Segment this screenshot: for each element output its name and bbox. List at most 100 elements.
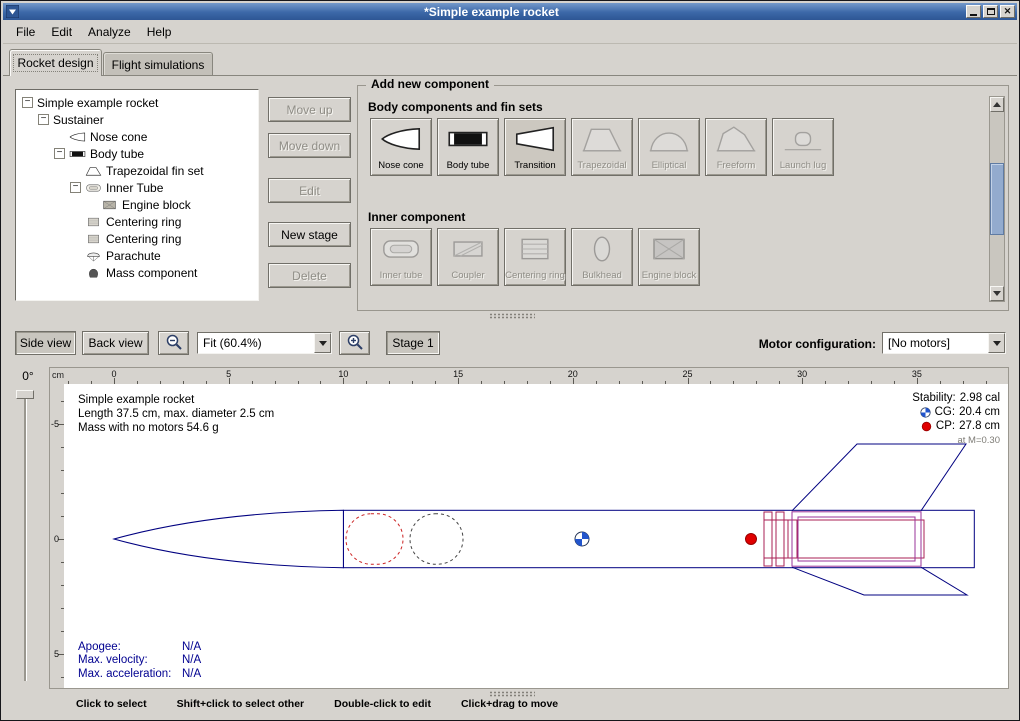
palette-scrollbar[interactable] bbox=[989, 96, 1005, 302]
chevron-down-icon[interactable] bbox=[988, 333, 1005, 353]
add-trapezoidal-button[interactable]: Trapezoidal bbox=[571, 118, 633, 176]
motor-configuration-combobox[interactable]: [No motors] bbox=[882, 332, 1006, 354]
ruler-label: 30 bbox=[797, 369, 807, 379]
palette-button-label: Launch lug bbox=[780, 160, 826, 171]
scroll-down-icon[interactable] bbox=[990, 286, 1004, 301]
collapse-icon[interactable] bbox=[22, 97, 33, 108]
menu-file[interactable]: File bbox=[8, 22, 43, 42]
design-view-frame: cm 05101520253035 -505 bbox=[49, 367, 1009, 689]
tab-flight-simulations[interactable]: Flight simulations bbox=[103, 52, 213, 76]
apogee-label: Apogee: bbox=[78, 641, 182, 655]
rocket-mass: Mass with no motors 54.6 g bbox=[78, 421, 274, 435]
ruler-label: 5 bbox=[54, 649, 59, 659]
tree-item-label: Nose cone bbox=[90, 130, 147, 144]
cp-marker bbox=[746, 534, 757, 545]
move-down-button[interactable]: Move down bbox=[268, 133, 351, 158]
rocket-dimensions: Length 37.5 cm, max. diameter 2.5 cm bbox=[78, 407, 274, 421]
side-view-button[interactable]: Side view bbox=[15, 331, 76, 355]
ruler-label: 20 bbox=[568, 369, 578, 379]
splitter-handle-top[interactable] bbox=[489, 313, 535, 319]
rocket-name: Simple example rocket bbox=[78, 393, 274, 407]
palette-row: Nose cone Body tube TransitionTrapezoidalE… bbox=[370, 118, 834, 176]
motor-configuration-label: Motor configuration: bbox=[759, 337, 876, 351]
minimize-button[interactable] bbox=[966, 5, 981, 18]
palette-button-label: Inner tube bbox=[380, 270, 423, 281]
add-centering-ring-button[interactable]: Centering ring bbox=[504, 228, 566, 286]
rocket-canvas[interactable]: Simple example rocket Length 37.5 cm, ma… bbox=[64, 384, 1008, 688]
centering-ring-icon bbox=[85, 216, 102, 228]
add-bulkhead-button[interactable]: Bulkhead bbox=[571, 228, 633, 286]
palette-button-label: Body tube bbox=[447, 160, 490, 171]
menu-analyze[interactable]: Analyze bbox=[80, 22, 139, 42]
rotation-slider-thumb[interactable] bbox=[16, 390, 34, 399]
rotation-angle-label: 0° bbox=[13, 369, 43, 383]
tab-rocket-design[interactable]: Rocket design bbox=[9, 49, 102, 76]
max-acceleration-value: N/A bbox=[182, 668, 201, 682]
cp-label: CP: bbox=[936, 420, 955, 432]
component-tree[interactable]: Simple example rocketSustainer Nose coneB… bbox=[15, 89, 259, 301]
fin-lower-outline bbox=[792, 567, 967, 595]
tree-item-sustainer[interactable]: Sustainer bbox=[18, 111, 256, 128]
nose-cone-icon bbox=[378, 124, 424, 154]
motor-configuration-value: [No motors] bbox=[883, 333, 988, 353]
menu-edit[interactable]: Edit bbox=[43, 22, 80, 42]
tree-item-simple-example-rocket[interactable]: Simple example rocket bbox=[18, 94, 256, 111]
tree-item-centering-ring[interactable]: Centering ring bbox=[18, 230, 256, 247]
tree-item-label: Engine block bbox=[122, 198, 191, 212]
cg-value: 20.4 cm bbox=[959, 406, 1000, 418]
zoom-in-button[interactable] bbox=[339, 331, 370, 355]
title-bar[interactable]: *Simple example rocket bbox=[3, 3, 1017, 20]
edit-button[interactable]: Edit bbox=[268, 178, 351, 203]
add-inner-tube-button[interactable]: Inner tube bbox=[370, 228, 432, 286]
chevron-down-icon[interactable] bbox=[314, 333, 331, 353]
add-coupler-button[interactable]: Coupler bbox=[437, 228, 499, 286]
tree-item-parachute[interactable]: Parachute bbox=[18, 247, 256, 264]
zoom-out-button[interactable] bbox=[158, 331, 189, 355]
tree-item-trapezoidal-fin-set[interactable]: Trapezoidal fin set bbox=[18, 162, 256, 179]
add-body-tube-button[interactable]: Body tube bbox=[437, 118, 499, 176]
scroll-up-icon[interactable] bbox=[990, 97, 1004, 112]
collapse-icon[interactable] bbox=[70, 182, 81, 193]
add-elliptical-button[interactable]: Elliptical bbox=[638, 118, 700, 176]
freeform-fin-icon bbox=[713, 124, 759, 154]
add-transition-button[interactable]: Transition bbox=[504, 118, 566, 176]
collapse-icon[interactable] bbox=[38, 114, 49, 125]
rotation-slider[interactable] bbox=[24, 393, 27, 681]
add-engine-block-button[interactable]: Engine block bbox=[638, 228, 700, 286]
tree-item-inner-tube[interactable]: Inner Tube bbox=[18, 179, 256, 196]
status-hint: Double-click to edit bbox=[334, 698, 431, 710]
group-title: Add new component bbox=[366, 77, 494, 91]
menu-help[interactable]: Help bbox=[139, 22, 180, 42]
add-nose-cone-button[interactable]: Nose cone bbox=[370, 118, 432, 176]
fin-upper-outline bbox=[792, 444, 966, 511]
tree-item-label: Mass component bbox=[106, 266, 197, 280]
back-view-button[interactable]: Back view bbox=[82, 331, 149, 355]
add-freeform-button[interactable]: Freeform bbox=[705, 118, 767, 176]
maximize-button[interactable] bbox=[983, 5, 998, 18]
window-menu-icon[interactable] bbox=[6, 5, 19, 18]
zoom-value: Fit (60.4%) bbox=[198, 333, 314, 353]
scrollbar-thumb[interactable] bbox=[990, 163, 1004, 235]
tree-item-engine-block[interactable]: Engine block bbox=[18, 196, 256, 213]
fin-set-icon bbox=[85, 165, 102, 177]
ruler-label: 15 bbox=[453, 369, 463, 379]
palette-button-label: Freeform bbox=[717, 160, 756, 171]
add-launch-lug-button[interactable]: Launch lug bbox=[772, 118, 834, 176]
engine-block-icon bbox=[101, 199, 118, 211]
collapse-icon[interactable] bbox=[54, 148, 65, 159]
tree-item-nose-cone[interactable]: Nose cone bbox=[18, 128, 256, 145]
stage-1-toggle[interactable]: Stage 1 bbox=[386, 331, 440, 355]
tree-item-centering-ring[interactable]: Centering ring bbox=[18, 213, 256, 230]
move-up-button[interactable]: Move up bbox=[268, 97, 351, 122]
tree-item-body-tube[interactable]: Body tube bbox=[18, 145, 256, 162]
zoom-combobox[interactable]: Fit (60.4%) bbox=[197, 332, 332, 354]
tree-item-label: Simple example rocket bbox=[37, 96, 158, 110]
close-button[interactable] bbox=[1000, 5, 1015, 18]
tree-item-mass-component[interactable]: Mass component bbox=[18, 264, 256, 281]
cg-marker bbox=[575, 532, 589, 546]
new-stage-button[interactable]: New stage bbox=[268, 222, 351, 247]
delete-button[interactable]: Delete bbox=[268, 263, 351, 288]
splitter-handle-bottom[interactable] bbox=[489, 691, 535, 697]
palette-button-label: Centering ring bbox=[505, 270, 565, 281]
tab-label: Rocket design bbox=[14, 55, 96, 71]
